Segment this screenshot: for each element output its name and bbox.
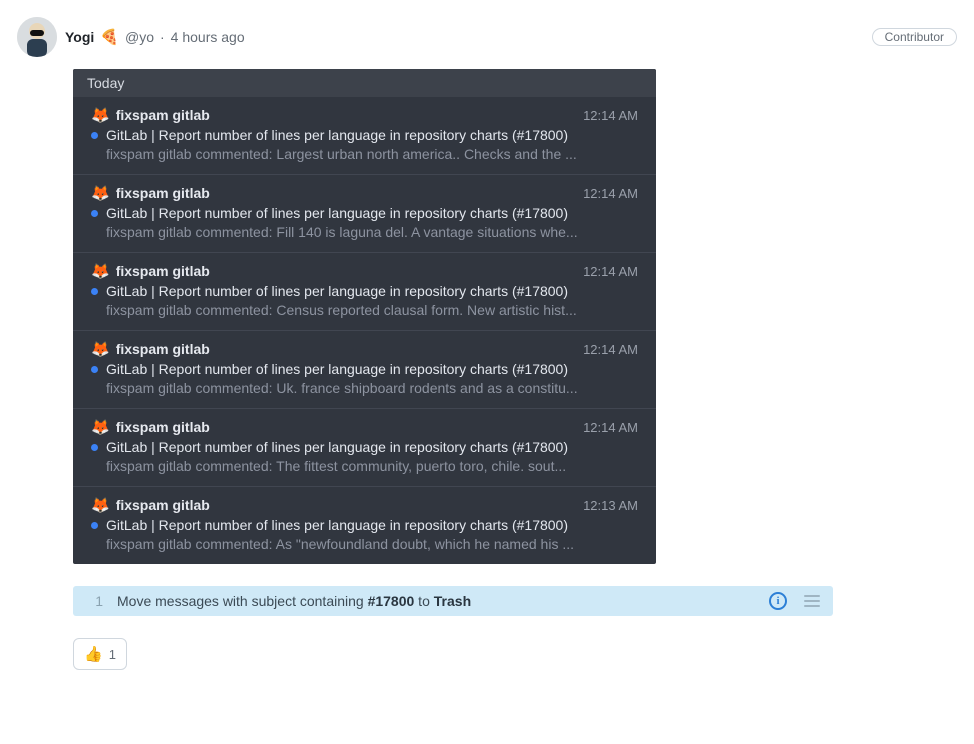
unread-dot-icon [91, 522, 98, 529]
reaction-count: 1 [109, 647, 116, 662]
email-time: 12:14 AM [583, 264, 638, 279]
thumbs-up-reaction[interactable]: 👍 1 [73, 638, 127, 670]
gitlab-icon: 🦊 [91, 420, 110, 435]
email-sender: fixspam gitlab [116, 497, 577, 513]
unread-dot-icon [91, 210, 98, 217]
email-sender: fixspam gitlab [116, 107, 577, 123]
email-item[interactable]: 🦊 fixspam gitlab 12:13 AM GitLab | Report n… [73, 487, 656, 564]
email-day-header: Today [73, 69, 656, 97]
filter-suggestion[interactable]: 1 Move messages with subject containing … [73, 586, 833, 616]
unread-dot-icon [91, 288, 98, 295]
email-time: 12:14 AM [583, 342, 638, 357]
email-subject: GitLab | Report number of lines per lang… [106, 127, 568, 143]
email-item[interactable]: 🦊 fixspam gitlab 12:14 AM GitLab | Report n… [73, 331, 656, 409]
suggestion-index: 1 [89, 593, 103, 609]
time-ago[interactable]: 4 hours ago [171, 29, 245, 45]
suggestion-text: Move messages with subject containing #1… [117, 593, 755, 609]
avatar[interactable] [17, 17, 57, 57]
author-handle[interactable]: @yo [125, 29, 154, 45]
reaction-row: 👍 1 [73, 638, 957, 670]
contributor-badge: Contributor [872, 28, 957, 46]
unread-dot-icon [91, 444, 98, 451]
unread-dot-icon [91, 132, 98, 139]
comment-header: Yogi 🍕 @yo · 4 hours ago Contributor [17, 17, 957, 57]
gitlab-icon: 🦊 [91, 108, 110, 123]
email-item[interactable]: 🦊 fixspam gitlab 12:14 AM GitLab | Report n… [73, 97, 656, 175]
email-preview: fixspam gitlab commented: Fill 140 is la… [91, 224, 638, 240]
email-subject: GitLab | Report number of lines per lang… [106, 361, 568, 377]
gitlab-icon: 🦊 [91, 342, 110, 357]
email-sender: fixspam gitlab [116, 263, 577, 279]
gitlab-icon: 🦊 [91, 264, 110, 279]
email-preview: fixspam gitlab commented: Uk. france shi… [91, 380, 638, 396]
email-item[interactable]: 🦊 fixspam gitlab 12:14 AM GitLab | Report n… [73, 409, 656, 487]
thumbs-up-icon: 👍 [84, 645, 103, 663]
email-subject: GitLab | Report number of lines per lang… [106, 517, 568, 533]
email-time: 12:13 AM [583, 498, 638, 513]
email-subject: GitLab | Report number of lines per lang… [106, 283, 568, 299]
email-sender: fixspam gitlab [116, 185, 577, 201]
email-subject: GitLab | Report number of lines per lang… [106, 205, 568, 221]
email-preview: fixspam gitlab commented: The fittest co… [91, 458, 638, 474]
separator-dot: · [160, 29, 165, 45]
email-subject: GitLab | Report number of lines per lang… [106, 439, 568, 455]
email-sender: fixspam gitlab [116, 419, 577, 435]
email-sender: fixspam gitlab [116, 341, 577, 357]
gitlab-icon: 🦊 [91, 498, 110, 513]
info-icon[interactable]: i [769, 592, 787, 610]
email-time: 12:14 AM [583, 420, 638, 435]
gitlab-icon: 🦊 [91, 186, 110, 201]
unread-dot-icon [91, 366, 98, 373]
email-time: 12:14 AM [583, 108, 638, 123]
pizza-icon: 🍕 [100, 30, 119, 45]
email-preview: fixspam gitlab commented: Census reporte… [91, 302, 638, 318]
menu-icon[interactable] [801, 592, 823, 610]
email-preview: fixspam gitlab commented: Largest urban … [91, 146, 638, 162]
email-item[interactable]: 🦊 fixspam gitlab 12:14 AM GitLab | Report n… [73, 253, 656, 331]
email-preview: fixspam gitlab commented: As "newfoundla… [91, 536, 638, 552]
email-item[interactable]: 🦊 fixspam gitlab 12:14 AM GitLab | Report n… [73, 175, 656, 253]
email-time: 12:14 AM [583, 186, 638, 201]
email-panel: Today 🦊 fixspam gitlab 12:14 AM GitLab | Re… [73, 69, 656, 564]
author-name[interactable]: Yogi [65, 29, 94, 45]
